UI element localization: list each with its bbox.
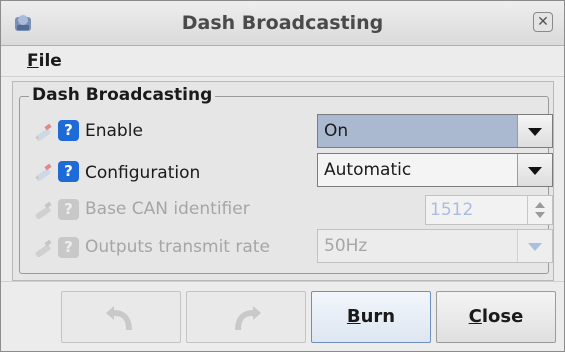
enable-value: On [324, 121, 349, 141]
edit-pencil-icon [35, 163, 52, 181]
row-outputs-transmit-rate: ? Outputs transmit rate 50Hz [1, 229, 565, 265]
help-icon[interactable]: ? [58, 120, 79, 141]
undo-icon [106, 306, 132, 330]
window-title: Dash Broadcasting [181, 12, 384, 34]
group-title: Dash Broadcasting [29, 85, 216, 105]
outputs-transmit-rate-select: 50Hz [317, 229, 553, 263]
undo-button[interactable] [61, 291, 181, 343]
enable-select[interactable]: On [317, 114, 553, 148]
row-enable: ? Enable On [1, 113, 565, 149]
chevron-down-icon [535, 212, 545, 218]
edit-pencil-icon [35, 123, 52, 141]
window-close-icon[interactable]: ✕ [533, 12, 553, 32]
enable-label: Enable [85, 121, 143, 141]
configuration-value: Automatic [324, 160, 412, 180]
outputs-transmit-rate-dropdown-button [517, 230, 552, 262]
title-bar[interactable]: Dash Broadcasting ✕ [1, 1, 564, 46]
menu-file[interactable]: File [27, 51, 62, 71]
row-base-can-identifier: ? Base CAN identifier 1512 [1, 191, 565, 227]
base-can-identifier-spinner: 1512 [425, 195, 553, 225]
enable-dropdown-button[interactable] [517, 115, 552, 147]
chevron-up-icon [535, 202, 545, 208]
base-can-identifier-value: 1512 [430, 200, 474, 220]
help-icon: ? [58, 237, 79, 258]
outputs-transmit-rate-value: 50Hz [324, 236, 368, 256]
redo-button[interactable] [186, 291, 306, 343]
burn-button[interactable]: Burn [311, 291, 431, 343]
help-icon: ? [58, 199, 79, 220]
spinner-arrows [527, 196, 552, 224]
footer-divider [1, 281, 564, 282]
edit-pencil-icon [35, 239, 52, 257]
dialog-window: Dash Broadcasting ✕ File Dash Broadcasti… [0, 0, 565, 352]
chevron-down-icon [528, 128, 542, 136]
base-can-identifier-label: Base CAN identifier [85, 199, 250, 219]
configuration-dropdown-button[interactable] [517, 154, 552, 186]
help-icon[interactable]: ? [58, 161, 79, 182]
configuration-select[interactable]: Automatic [317, 153, 553, 187]
close-button[interactable]: Close [436, 291, 556, 343]
row-configuration: ? Configuration Automatic [1, 153, 565, 189]
chevron-down-icon [528, 243, 542, 251]
configuration-label: Configuration [85, 163, 201, 183]
menu-bar: File [1, 46, 564, 77]
outputs-transmit-rate-label: Outputs transmit rate [85, 237, 270, 257]
chevron-down-icon [528, 167, 542, 175]
edit-pencil-icon [35, 201, 52, 219]
redo-icon [235, 306, 261, 330]
